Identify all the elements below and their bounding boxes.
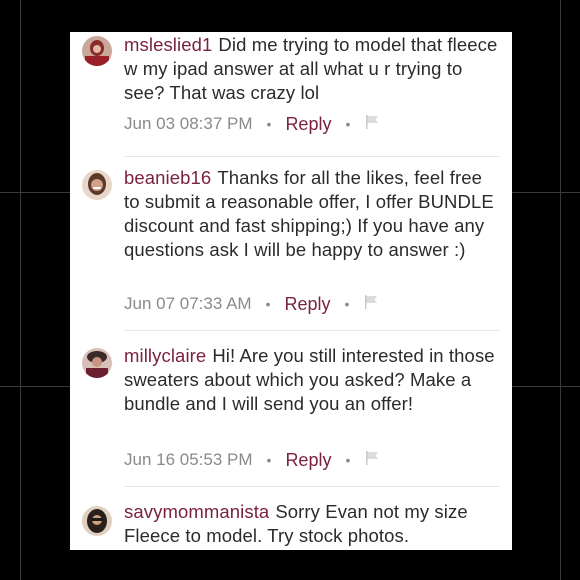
flag-icon[interactable] [364,114,380,135]
comment-meta: Jun 03 08:37 PM • Reply • [124,112,380,136]
comment-timestamp: Jun 16 05:53 PM [124,450,253,469]
comment-body: beanieb16 Thanks for all the likes, feel … [124,166,500,262]
user-avatar-icon [82,36,112,66]
reply-button[interactable]: Reply [285,294,331,315]
avatar[interactable] [82,170,112,200]
user-avatar-icon [82,348,112,378]
comment-body: millyclaire Hi! Are you still interested … [124,344,500,416]
comment-divider [124,486,500,487]
user-avatar-icon [82,170,112,200]
comment-timestamp: Jun 07 07:33 AM [124,294,252,313]
avatar[interactable] [82,348,112,378]
comment-divider [124,330,500,331]
user-avatar-icon [82,506,112,536]
comment-username[interactable]: millyclaire [124,345,206,366]
flag-icon[interactable] [364,450,380,471]
separator-dot: • [345,116,351,132]
comment-username[interactable]: beanieb16 [124,167,211,188]
separator-dot: • [266,116,272,132]
comment-username[interactable]: msleslied1 [124,34,212,55]
background-line [20,0,21,580]
avatar[interactable] [82,36,112,66]
separator-dot: • [345,452,351,468]
background-line [560,0,561,580]
comment-body: savymommanista Sorry Evan not my size Fle… [124,500,500,548]
comment-meta: Jun 16 05:53 PM • Reply • [124,448,380,472]
avatar[interactable] [82,506,112,536]
comment-body: msleslied1 Did me trying to model that fl… [124,33,500,105]
separator-dot: • [344,296,350,312]
comments-panel: msleslied1 Did me trying to model that fl… [70,32,512,550]
comment-timestamp: Jun 03 08:37 PM [124,114,253,133]
comment-divider [124,156,500,157]
separator-dot: • [266,452,272,468]
separator-dot: • [265,296,271,312]
comment-meta: Jun 07 07:33 AM • Reply • [124,292,379,316]
reply-button[interactable]: Reply [285,450,331,471]
comment-username[interactable]: savymommanista [124,501,269,522]
flag-icon[interactable] [363,294,379,315]
reply-button[interactable]: Reply [285,114,331,135]
